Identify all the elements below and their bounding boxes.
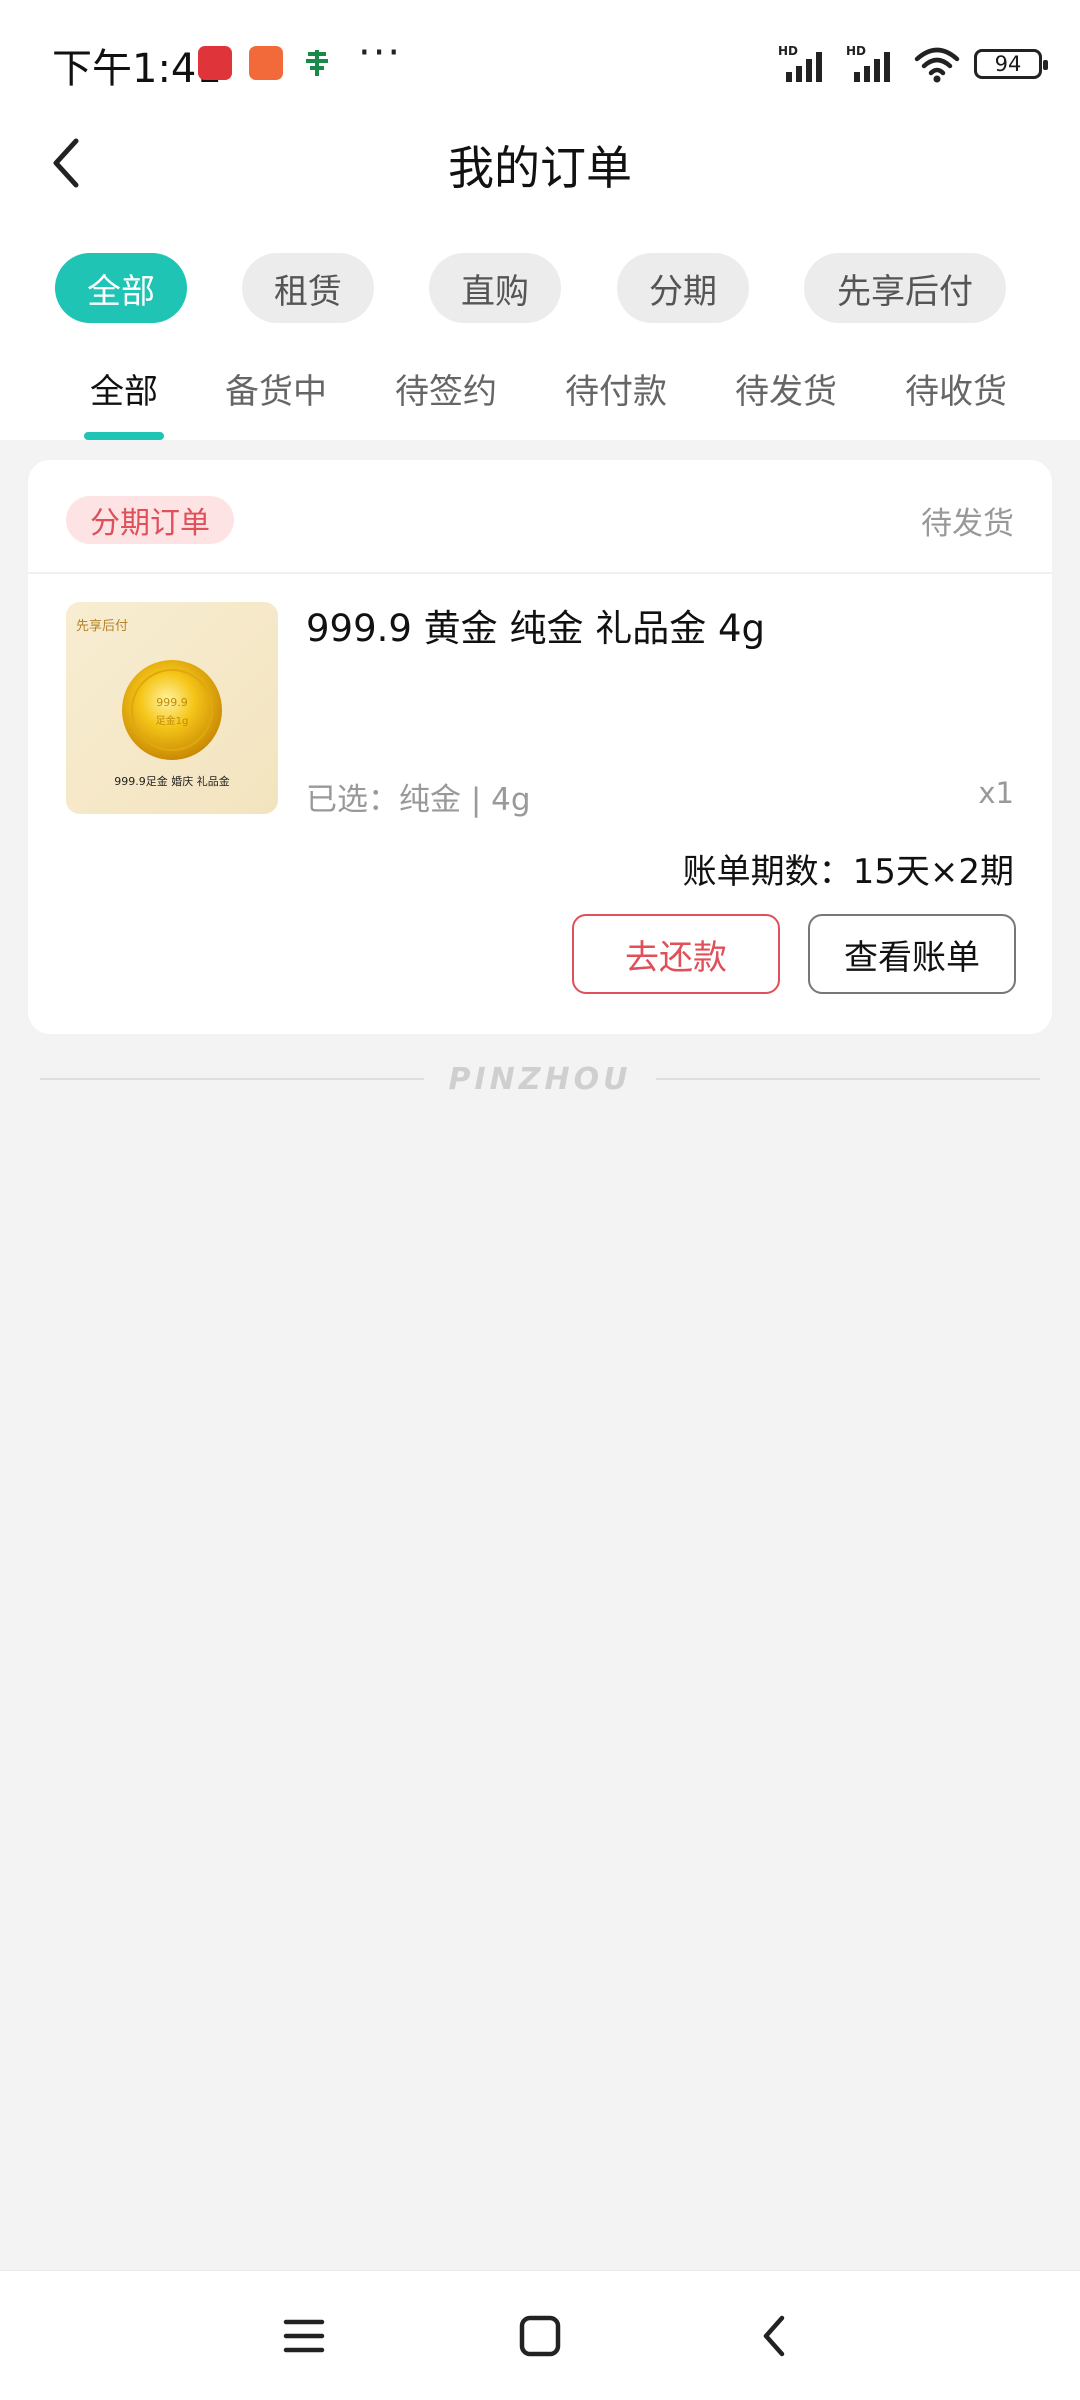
chip-lease[interactable]: 租赁: [242, 253, 374, 323]
order-type-filter: 全部 租赁 直购 分期 先享后付: [0, 253, 1080, 323]
divider: [28, 572, 1052, 574]
product-quantity: x1: [978, 776, 1014, 810]
system-back-button[interactable]: [734, 2301, 814, 2371]
page-title: 我的订单: [448, 141, 632, 195]
tab-to-pay[interactable]: 待付款: [565, 364, 667, 413]
image-badge: 先享后付: [76, 618, 128, 634]
svg-text:HD: HD: [778, 44, 798, 58]
signal-icon: HD: [846, 44, 890, 82]
tab-all[interactable]: 全部: [90, 364, 158, 413]
chip-all[interactable]: 全部: [55, 253, 187, 323]
divider: [656, 1078, 1040, 1080]
active-tab-indicator: [84, 432, 164, 440]
chip-installment[interactable]: 分期: [617, 253, 749, 323]
status-bar: 下午1:41 ··· HD HD 94: [0, 0, 1080, 130]
battery-icon: 94: [974, 49, 1048, 79]
tab-to-ship[interactable]: 待发货: [735, 364, 837, 413]
chip-direct-buy[interactable]: 直购: [429, 253, 561, 323]
product-image[interactable]: 999.9 足金1g 999.9足金 婚庆 礼品金 先享后付: [66, 602, 278, 814]
image-caption: 999.9足金 婚庆 礼品金: [114, 774, 229, 788]
brand-footer: PINZHOU: [0, 1058, 1080, 1098]
notification-app-icon: [300, 46, 334, 80]
wifi-icon: [914, 47, 960, 83]
system-navigation-bar: [0, 2270, 1080, 2400]
view-bill-button[interactable]: 查看账单: [808, 914, 1016, 994]
menu-icon: [283, 2319, 325, 2353]
chip-buy-now-pay-later[interactable]: 先享后付: [804, 253, 1006, 323]
product-spec: 已选：纯金 | 4g: [306, 782, 531, 818]
notification-app-icon: [198, 46, 232, 80]
notification-app-icon: [249, 46, 283, 80]
status-indicators: HD HD 94: [778, 42, 1048, 86]
signal-icon: HD: [778, 44, 822, 82]
more-notifications-icon: ···: [358, 30, 403, 76]
tab-preparing[interactable]: 备货中: [225, 364, 327, 413]
svg-text:足金1g: 足金1g: [156, 714, 189, 727]
order-type-badge: 分期订单: [66, 496, 234, 544]
installment-info: 账单期数：15天×2期: [682, 852, 1014, 892]
home-square-icon: [519, 2315, 561, 2357]
tab-to-receive[interactable]: 待收货: [905, 364, 1007, 413]
back-triangle-icon: [763, 2315, 785, 2357]
home-button[interactable]: [500, 2301, 580, 2371]
order-card[interactable]: 分期订单 待发货 999.9 足金1g 999.9足金 婚庆 礼品金 先享后付 …: [28, 460, 1052, 1034]
svg-text:999.9: 999.9: [156, 696, 188, 709]
order-status: 待发货: [921, 506, 1014, 542]
recent-apps-button[interactable]: [264, 2301, 344, 2371]
tab-to-sign[interactable]: 待签约: [395, 364, 497, 413]
status-time: 下午1:41: [52, 46, 222, 92]
order-status-tabs: 全部 备货中 待签约 待付款 待发货 待收货: [0, 350, 1080, 440]
repay-button[interactable]: 去还款: [572, 914, 780, 994]
gold-coin-image: 999.9 足金1g 999.9足金 婚庆 礼品金 先享后付: [66, 602, 278, 814]
product-name[interactable]: 999.9 黄金 纯金 礼品金 4g: [306, 598, 765, 652]
svg-text:HD: HD: [846, 44, 866, 58]
